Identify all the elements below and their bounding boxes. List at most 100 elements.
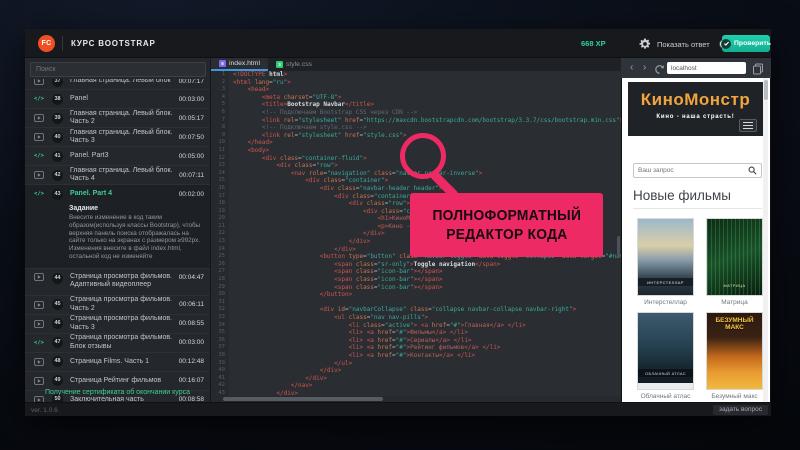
lesson-duration: 00:03:00 xyxy=(179,96,204,103)
top-bar: FC КУРС BOOTSTRAP 668 XP Показать ответ … xyxy=(25,29,771,58)
code-icon: </> xyxy=(33,189,45,199)
code-line[interactable]: </nav> xyxy=(229,382,621,390)
lesson-duration: 00:08:55 xyxy=(179,320,204,327)
editor-vertical-scrollbar[interactable] xyxy=(617,236,620,258)
lesson-item[interactable]: </>47Страница просмотра фильмов. Блок от… xyxy=(25,334,210,353)
scrollbar-thumb[interactable] xyxy=(764,80,768,100)
lesson-item[interactable]: 48Страница Films. Часть 100:12:48 xyxy=(25,353,210,372)
lesson-number: 37 xyxy=(52,79,63,87)
code-line[interactable]: </div> xyxy=(229,375,621,383)
site-search-input[interactable] xyxy=(633,163,744,178)
code-line[interactable] xyxy=(229,299,621,307)
line-number: 39 xyxy=(211,360,229,368)
lesson-item[interactable]: </>38Panel00:03:00 xyxy=(25,90,210,109)
lesson-item[interactable]: 42Главная страница. Левый блок. Часть 40… xyxy=(25,166,210,185)
code-line[interactable]: <li> <a href="#">Контакты</a> </li> xyxy=(229,352,621,360)
line-number: 9 xyxy=(211,132,229,140)
code-line[interactable]: <link rel="stylesheet" href="https://max… xyxy=(229,117,621,125)
code-line[interactable]: <ul class="nav nav-pills"> xyxy=(229,314,621,322)
lesson-row: </>43Panel. Part 400:02:00 xyxy=(25,185,210,203)
lesson-row: 48Страница Films. Часть 100:12:48 xyxy=(25,353,210,371)
code-line[interactable]: <span class="sr-only">Toggle navigation<… xyxy=(229,261,621,269)
code-line[interactable]: <li> <a href="#">Фильмы</a> </li> xyxy=(229,329,621,337)
code-line[interactable]: <html lang="ru"> xyxy=(229,79,621,87)
lesson-item[interactable]: 37Главная страница. Левый блок00:07:17 xyxy=(25,79,210,90)
lesson-item[interactable]: 40Главная страница. Левый блок. Часть 30… xyxy=(25,128,210,147)
line-number: 18 xyxy=(211,200,229,208)
lesson-row: </>38Panel00:03:00 xyxy=(25,90,210,108)
code-line[interactable]: <li> <a href="#">Рейтинг фильмов</a> </l… xyxy=(229,344,621,352)
scrollbar-thumb[interactable] xyxy=(223,397,383,401)
code-line[interactable]: <!-- Подключаем Bootstrap CSS через CDN … xyxy=(229,109,621,117)
line-number: 12 xyxy=(211,155,229,163)
code-line[interactable]: <div id="navbarCollapse" class="collapse… xyxy=(229,306,621,314)
code-icon: </> xyxy=(33,94,45,104)
lesson-item[interactable]: 39Главная страница. Левый блок. Часть 20… xyxy=(25,109,210,128)
app-logo[interactable]: FC xyxy=(38,35,55,52)
lesson-duration: 00:03:00 xyxy=(179,339,204,346)
hamburger-icon[interactable] xyxy=(739,119,757,132)
poster-title: ОБЛАЧНЫЙ АТЛАС xyxy=(638,369,693,377)
movie-poster[interactable]: ОБЛАЧНЫЙ АТЛАС xyxy=(637,312,694,390)
show-answer-label: Показать ответ xyxy=(657,40,710,49)
css3-icon: 3 xyxy=(276,61,283,68)
movie-card: БЕЗУМНЫЙ МАКСБезумный макс xyxy=(706,312,763,400)
tab-style-css[interactable]: 3 style.css xyxy=(268,58,320,71)
movie-poster[interactable]: БЕЗУМНЫЙ МАКС xyxy=(706,312,763,390)
forward-icon[interactable]: › xyxy=(643,61,646,74)
code-line[interactable]: <div class="navbar-header header"> xyxy=(229,185,621,193)
code-line[interactable]: <li> <a href="#">Сериалы</a> </li> xyxy=(229,337,621,345)
line-number: 27 xyxy=(211,268,229,276)
code-icon: </> xyxy=(33,338,45,348)
line-number: 6 xyxy=(211,109,229,117)
lesson-title: Главная страница. Левый блок xyxy=(70,79,179,85)
lesson-duration: 00:16:07 xyxy=(179,377,204,384)
code-line[interactable]: </div> xyxy=(229,367,621,375)
code-line[interactable]: <li class="active"> <a href="#">Главная<… xyxy=(229,322,621,330)
callout-line2: РЕДАКТОР КОДА xyxy=(446,225,567,244)
line-number: 38 xyxy=(211,352,229,360)
code-line[interactable]: </button> xyxy=(229,291,621,299)
poster-title: БЕЗУМНЫЙ МАКС xyxy=(707,317,762,331)
movie-poster[interactable]: ИНТЕРСТЕЛЛАР xyxy=(637,218,694,296)
ask-question-button[interactable]: задать вопрос xyxy=(713,405,768,415)
line-number: 17 xyxy=(211,193,229,201)
code-line[interactable]: <!DOCTYPE html> xyxy=(229,71,621,79)
lesson-title: Страница просмотра фильмов. Блок отзывы xyxy=(70,334,179,351)
lesson-item[interactable]: 46Страница просмотра фильмов. Часть 300:… xyxy=(25,315,210,334)
code-line[interactable]: <meta charset="UTF-8"> xyxy=(229,94,621,102)
gear-icon[interactable] xyxy=(639,37,651,49)
movie-poster[interactable]: МАТРИЦА xyxy=(706,218,763,296)
line-number: 8 xyxy=(211,124,229,132)
lesson-item[interactable]: 45Страница просмотра фильмов. Часть 200:… xyxy=(25,296,210,315)
url-input[interactable] xyxy=(667,62,746,74)
check-button[interactable]: Проверить xyxy=(722,35,770,52)
code-line[interactable]: <span class="icon-bar"></span> xyxy=(229,284,621,292)
lesson-title: Страница просмотра фильмов. Часть 2 xyxy=(70,296,179,313)
video-icon xyxy=(33,79,45,85)
lesson-title: Страница просмотра фильмов. Адаптивный в… xyxy=(70,273,179,290)
site-search-button[interactable] xyxy=(743,163,762,178)
magnifier-glass-icon xyxy=(748,162,757,180)
lesson-number: 38 xyxy=(52,94,63,105)
back-icon[interactable]: ‹ xyxy=(630,61,633,74)
search-input[interactable] xyxy=(30,62,206,77)
lesson-item[interactable]: </>41Panel. Part300:05:00 xyxy=(25,147,210,166)
lesson-item[interactable]: 44Страница просмотра фильмов. Адаптивный… xyxy=(25,269,210,296)
certificate-link[interactable]: Получение сертификата об окончании курса xyxy=(25,386,210,400)
code-line[interactable]: </ul> xyxy=(229,360,621,368)
tab-index-html[interactable]: 5 index.html xyxy=(211,58,268,71)
editor-tabs: 5 index.html 3 style.css xyxy=(211,58,621,71)
code-line[interactable]: <title>Bootstrap Navbar</title> xyxy=(229,101,621,109)
code-line[interactable]: <span class="icon-bar"></span> xyxy=(229,268,621,276)
lesson-item[interactable]: </>43Panel. Part 400:02:00ЗаданиеВнесите… xyxy=(25,185,210,269)
video-icon xyxy=(33,377,45,385)
line-number: 34 xyxy=(211,322,229,330)
preview-scrollbar[interactable] xyxy=(763,78,768,402)
lesson-duration: 00:12:48 xyxy=(179,358,204,365)
lesson-row: 39Главная страница. Левый блок. Часть 20… xyxy=(25,109,210,127)
video-icon xyxy=(33,114,45,122)
code-line[interactable]: <head> xyxy=(229,86,621,94)
code-line[interactable]: <span class="icon-bar"></span> xyxy=(229,276,621,284)
code-line[interactable]: <!-- Подключаем style.css --> xyxy=(229,124,621,132)
